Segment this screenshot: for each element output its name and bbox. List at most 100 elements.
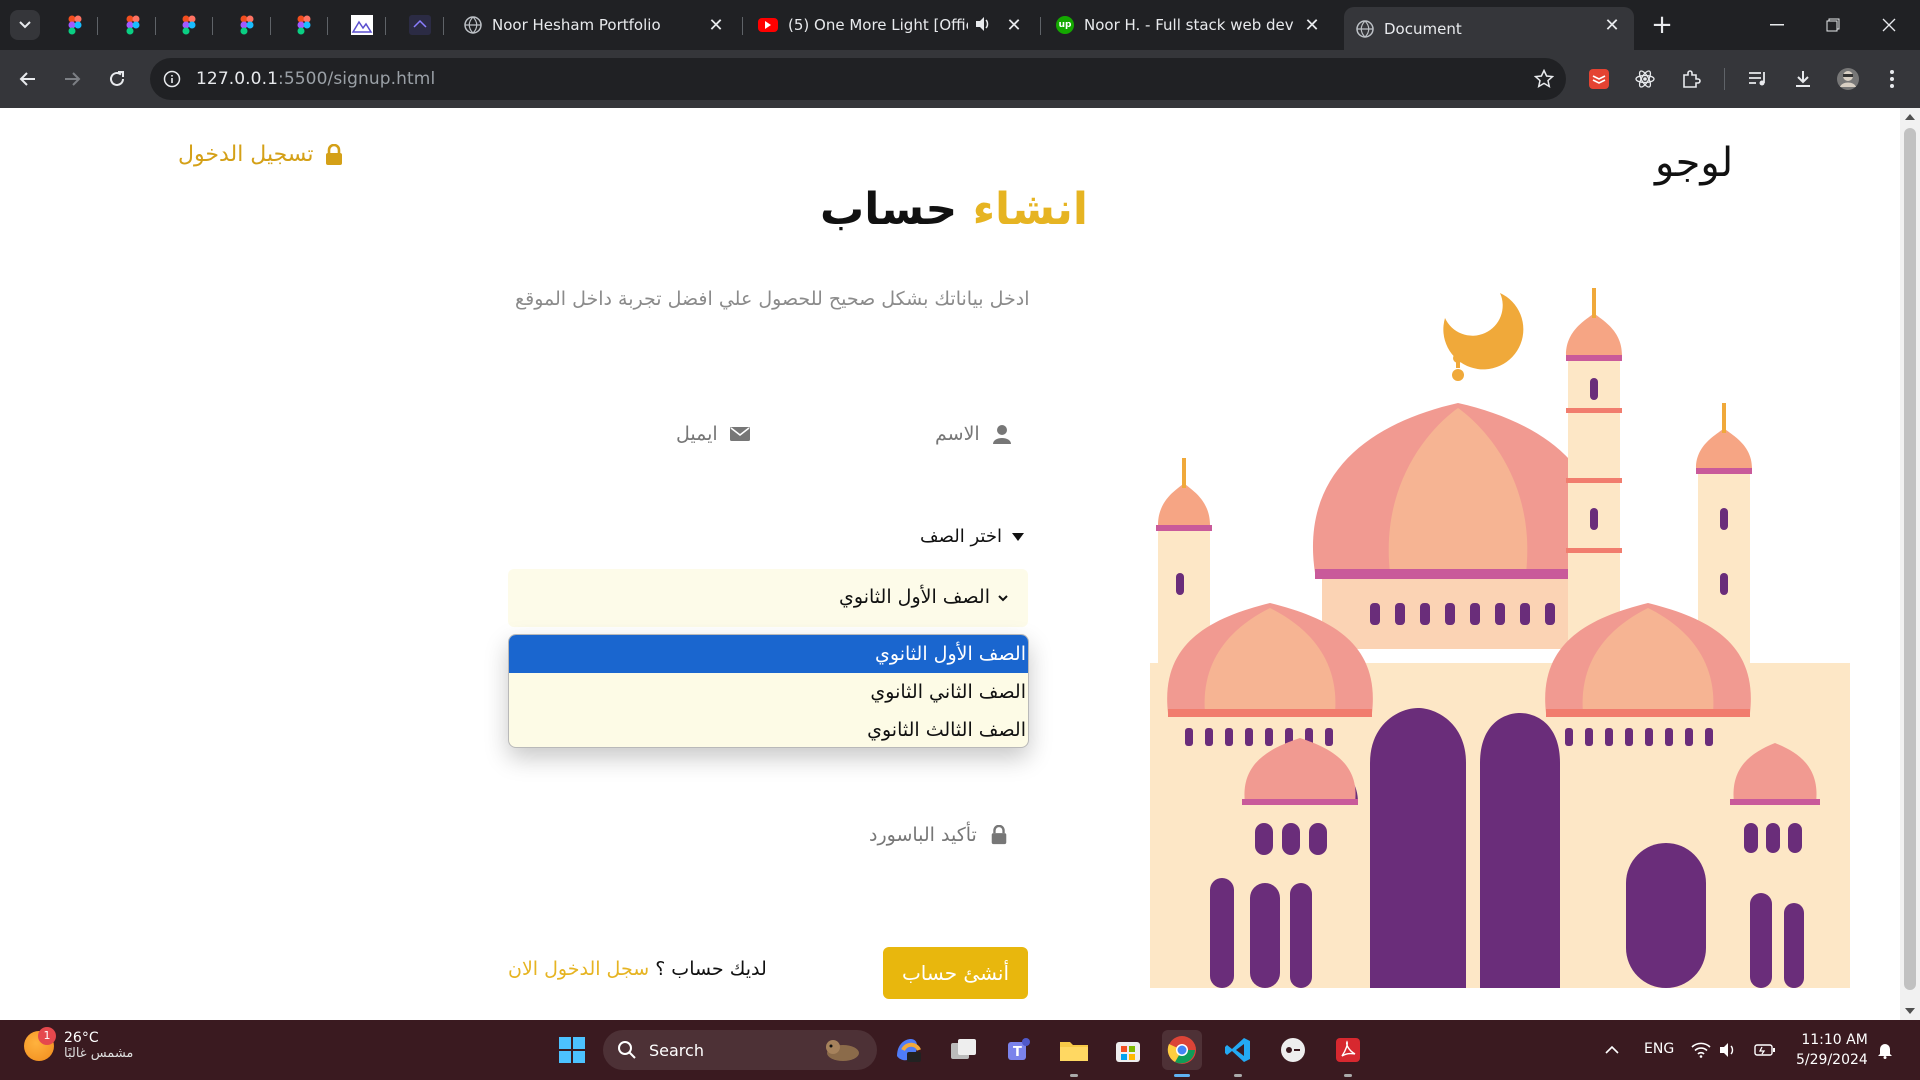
restore-button[interactable] [1818, 10, 1848, 40]
start-button[interactable] [552, 1030, 592, 1070]
figma-tab-2[interactable] [120, 12, 146, 38]
tab-upwork[interactable]: up Noor H. - Full stack web develo ✕ [1044, 7, 1334, 43]
app-tab[interactable] [407, 12, 433, 38]
tab-title: Document [1384, 19, 1462, 38]
grade-option[interactable]: الصف الثاني الثانوي [509, 673, 1028, 711]
bookmark-star-icon[interactable] [1532, 67, 1556, 91]
address-bar[interactable]: 127.0.0.1:5500/signup.html [150, 58, 1566, 100]
email-placeholder: ايميل [676, 423, 718, 445]
media-controls-icon[interactable] [1744, 65, 1772, 93]
windows-taskbar: 1 26°C مشمس غالبًا Search T ENG 11:10 AM… [0, 1020, 1920, 1080]
image-icon [351, 15, 373, 35]
react-devtools-icon[interactable] [1631, 65, 1659, 93]
browser-menu-icon[interactable] [1878, 65, 1906, 93]
weather-condition: مشمس غالبًا [64, 1046, 134, 1061]
figma-tab-1[interactable] [62, 12, 88, 38]
tab-portfolio[interactable]: Noor Hesham Portfolio ✕ [452, 7, 738, 43]
taskbar-search[interactable]: Search [603, 1030, 877, 1070]
tab-title: (5) One More Light [Official [788, 16, 968, 34]
close-tab-icon[interactable]: ✕ [1004, 15, 1024, 36]
app-circle-icon[interactable] [1273, 1030, 1313, 1070]
clock-date: 5/29/2024 [1796, 1052, 1868, 1068]
signup-button[interactable]: أنشئ حساب [883, 947, 1028, 999]
upwork-icon: up [1056, 16, 1074, 34]
grade-option[interactable]: الصف الثالث الثانوي [509, 711, 1028, 747]
speaker-icon[interactable] [974, 15, 992, 37]
name-field[interactable]: الاسم [935, 423, 1012, 445]
close-tab-icon[interactable]: ✕ [1302, 15, 1322, 36]
mountain-tab[interactable] [349, 12, 375, 38]
grade-label[interactable]: اختر الصف [920, 526, 1024, 547]
back-button[interactable] [12, 63, 44, 95]
language-indicator[interactable]: ENG [1644, 1041, 1674, 1057]
email-field[interactable]: ايميل [676, 423, 750, 445]
name-placeholder: الاسم [935, 423, 980, 445]
browser-toolbar: 127.0.0.1:5500/signup.html [0, 50, 1920, 108]
windows-icon [559, 1037, 585, 1063]
acrobat-icon[interactable] [1328, 1030, 1368, 1070]
forward-button[interactable] [56, 63, 88, 95]
todoist-extension-icon[interactable] [1585, 65, 1613, 93]
minimize-button[interactable] [1762, 10, 1792, 40]
ms-store-icon[interactable] [1108, 1030, 1148, 1070]
copilot-icon[interactable] [888, 1030, 928, 1070]
scroll-up-icon[interactable] [1905, 114, 1915, 120]
page-title-rest: حساب [820, 184, 958, 235]
notification-bell-icon[interactable] [1870, 1030, 1900, 1070]
grade-option[interactable]: الصف الأول الثانوي [509, 635, 1028, 673]
download-icon[interactable] [1789, 65, 1817, 93]
grade-select[interactable]: الصف الأول الثانوي [508, 569, 1028, 627]
close-window-button[interactable] [1874, 10, 1904, 40]
grade-dropdown-list[interactable]: الصف الأول الثانوي الصف الثاني الثانوي ا… [508, 634, 1029, 748]
sun-icon: 1 [24, 1026, 56, 1061]
globe-icon [464, 16, 482, 34]
teams-icon[interactable]: T [998, 1030, 1038, 1070]
envelope-icon [729, 427, 750, 441]
login-link-label: تسجيل الدخول [178, 142, 314, 167]
vscode-icon[interactable] [1218, 1030, 1258, 1070]
volume-icon[interactable] [1716, 1030, 1740, 1070]
battery-icon[interactable] [1750, 1030, 1780, 1070]
chevron-down-icon [998, 595, 1008, 602]
profile-avatar[interactable] [1834, 65, 1862, 93]
page-scrollbar[interactable] [1900, 108, 1920, 1020]
figma-tab-3[interactable] [176, 12, 202, 38]
scroll-down-icon[interactable] [1905, 1008, 1915, 1014]
chrome-icon[interactable] [1162, 1030, 1202, 1070]
weather-widget[interactable]: 1 26°C مشمس غالبًا [24, 1026, 134, 1061]
page-title-accent: انشاء [972, 184, 1088, 235]
grade-label-text: اختر الصف [920, 526, 1002, 547]
close-tab-icon[interactable]: ✕ [1602, 15, 1622, 36]
reload-button[interactable] [101, 63, 133, 95]
have-account-label: لديك حساب ؟ [655, 958, 767, 980]
chevron-up-icon[interactable] [1592, 1030, 1632, 1070]
site-logo[interactable]: لوجو [1655, 140, 1733, 186]
temperature: 26°C [64, 1030, 99, 1046]
lock-icon [991, 825, 1007, 845]
tab-youtube[interactable]: (5) One More Light [Official ✕ [746, 7, 1036, 43]
tab-document[interactable]: Document ✕ [1344, 7, 1634, 50]
clock[interactable]: 11:10 AM 5/29/2024 [1796, 1030, 1868, 1070]
scrollbar-thumb[interactable] [1904, 128, 1916, 990]
lock-icon [325, 143, 342, 165]
confirm-password-field[interactable]: تأكيد الباسورد [869, 824, 1009, 846]
figma-icon [297, 15, 311, 35]
site-info-icon[interactable] [160, 67, 184, 91]
login-now-link[interactable]: سجل الدخول الان [508, 958, 649, 980]
task-view-icon[interactable] [944, 1030, 984, 1070]
figma-tab-5[interactable] [291, 12, 317, 38]
login-link[interactable]: تسجيل الدخول [178, 142, 344, 167]
new-tab-button[interactable]: + [1648, 10, 1676, 40]
figma-icon [126, 15, 140, 35]
url-path: :5500/signup.html [278, 69, 436, 89]
grade-selected-value: الصف الأول الثانوي [839, 586, 990, 608]
extensions-puzzle-icon[interactable] [1677, 65, 1705, 93]
wifi-icon[interactable] [1686, 1030, 1716, 1070]
notification-badge: 1 [38, 1026, 56, 1045]
search-icon [618, 1041, 636, 1059]
close-tab-icon[interactable]: ✕ [706, 15, 726, 36]
figma-tab-4[interactable] [234, 12, 260, 38]
confirm-password-placeholder: تأكيد الباسورد [869, 824, 977, 846]
file-explorer-icon[interactable] [1054, 1030, 1094, 1070]
tab-search-button[interactable] [10, 10, 40, 40]
